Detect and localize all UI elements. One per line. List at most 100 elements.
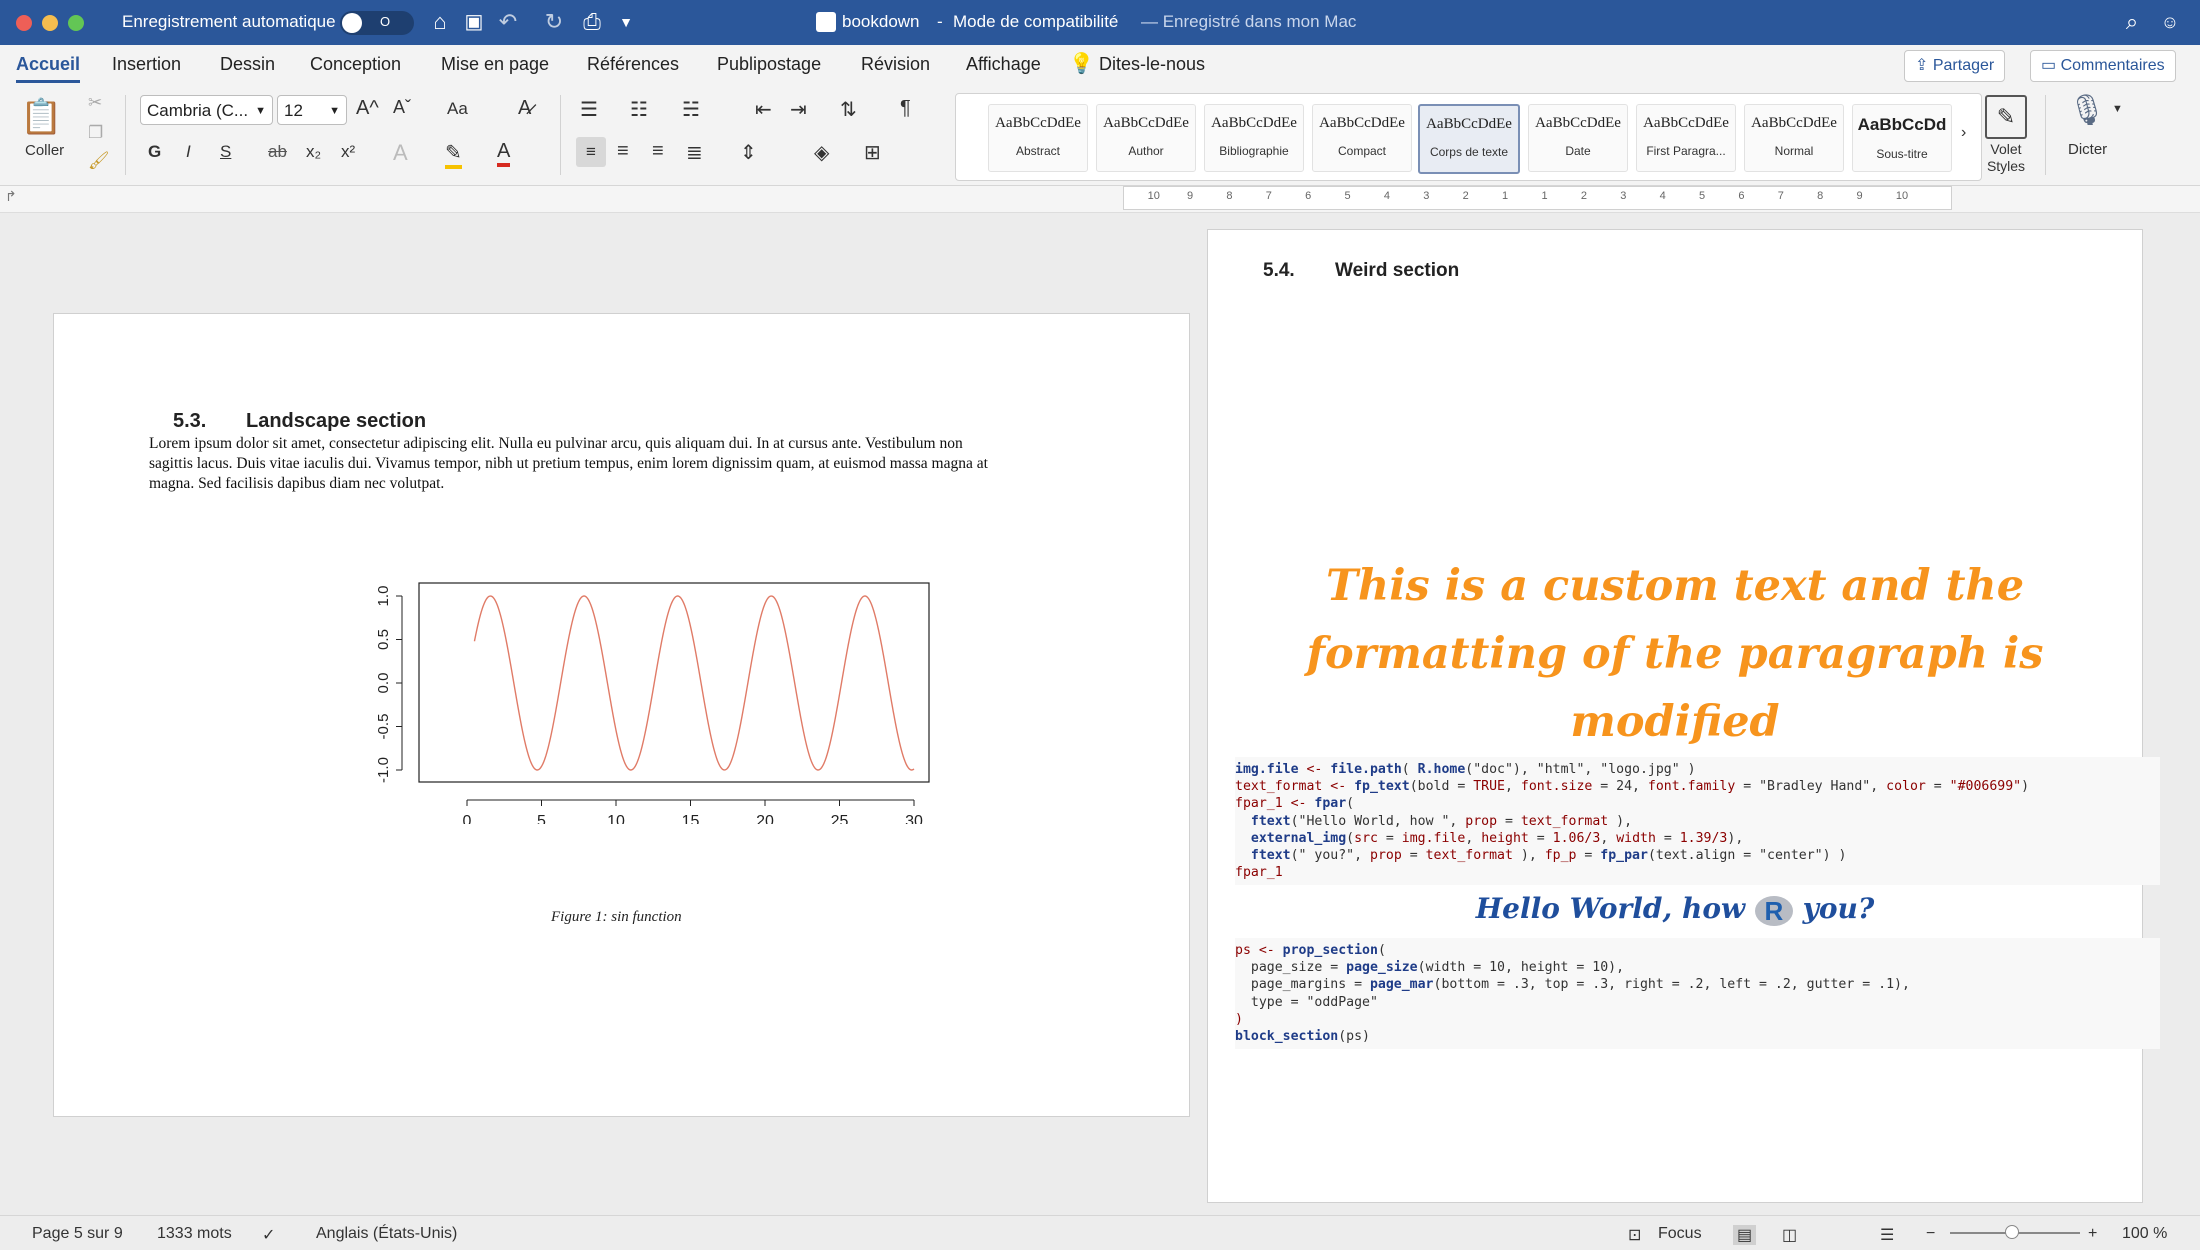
zoom-window-button[interactable] bbox=[68, 15, 84, 31]
save-icon[interactable]: ▣ bbox=[460, 8, 488, 36]
style-corps-de-texte[interactable]: AaBbCcDdEe Corps de texte bbox=[1418, 104, 1520, 174]
styles-pane-label[interactable]: Volet Styles bbox=[1986, 141, 2026, 175]
numbering-icon[interactable]: ☷ bbox=[630, 97, 648, 122]
tab-revision[interactable]: Révision bbox=[861, 54, 930, 75]
tab-dessin[interactable]: Dessin bbox=[220, 54, 275, 75]
justify-icon[interactable]: ≣ bbox=[686, 140, 703, 165]
style-first-paragraph[interactable]: AaBbCcDdEe First Paragra... bbox=[1636, 104, 1736, 172]
superscript-button[interactable]: x² bbox=[341, 142, 355, 162]
chevron-down-icon[interactable]: ▼ bbox=[2112, 103, 2123, 115]
clear-format-icon[interactable]: A̷ bbox=[518, 97, 531, 120]
tab-dites-le-nous[interactable]: Dites-le-nous bbox=[1099, 54, 1205, 75]
close-window-button[interactable] bbox=[16, 15, 32, 31]
comments-button[interactable]: ▭ Commentaires bbox=[2030, 50, 2176, 82]
style-abstract[interactable]: AaBbCcDdEe Abstract bbox=[988, 104, 1088, 172]
increase-indent-icon[interactable]: ⇥ bbox=[790, 97, 807, 122]
align-center-icon[interactable]: ≡ bbox=[617, 140, 629, 163]
code-token: , bbox=[1600, 830, 1617, 846]
align-left-icon[interactable]: ≡ bbox=[576, 137, 606, 167]
sort-icon[interactable]: ⇅ bbox=[840, 97, 857, 122]
style-compact[interactable]: AaBbCcDdEe Compact bbox=[1312, 104, 1412, 172]
bullets-icon[interactable]: ☰ bbox=[580, 97, 598, 122]
language[interactable]: Anglais (États-Unis) bbox=[316, 1225, 457, 1243]
cut-icon[interactable]: ✂ bbox=[88, 93, 102, 113]
lightbulb-icon: 💡 bbox=[1069, 53, 1094, 75]
highlight-icon[interactable]: ✎ bbox=[445, 140, 462, 169]
tab-affichage[interactable]: Affichage bbox=[966, 54, 1041, 75]
paragraph-line: Lorem ipsum dolor sit amet, consectetur … bbox=[149, 435, 963, 452]
share-button[interactable]: ⇪ Partager bbox=[1904, 50, 2006, 82]
borders-icon[interactable]: ⊞ bbox=[864, 140, 881, 165]
print-layout-icon[interactable]: ▤ bbox=[1733, 1225, 1757, 1245]
code-token: font.family bbox=[1647, 779, 1736, 795]
home-icon[interactable]: ⌂ bbox=[426, 8, 454, 36]
copy-icon[interactable]: ❐ bbox=[88, 123, 103, 143]
style-normal[interactable]: AaBbCcDdEe Normal bbox=[1744, 104, 1844, 172]
style-sous-titre[interactable]: AaBbCcDd Sous-titre bbox=[1852, 104, 1952, 172]
style-preview: AaBbCcDdEe bbox=[1319, 115, 1405, 131]
print-icon[interactable]: ⎙ bbox=[578, 8, 606, 36]
change-case-button[interactable]: Aa bbox=[447, 99, 468, 119]
word-count[interactable]: 1333 mots bbox=[157, 1225, 232, 1243]
account-icon[interactable]: ☺ bbox=[2156, 8, 2184, 36]
grow-font-button[interactable]: A^ bbox=[356, 97, 379, 120]
focus-icon[interactable]: ⊡ bbox=[1628, 1225, 1641, 1245]
style-author[interactable]: AaBbCcDdEe Author bbox=[1096, 104, 1196, 172]
multilevel-list-icon[interactable]: ☵ bbox=[682, 97, 700, 122]
chevron-right-icon[interactable]: › bbox=[1961, 124, 1966, 142]
line-spacing-icon[interactable]: ⇕ bbox=[740, 140, 757, 165]
text-effects-icon[interactable]: A bbox=[393, 140, 408, 166]
undo-icon[interactable]: ↶ bbox=[494, 8, 522, 36]
minimize-window-button[interactable] bbox=[42, 15, 58, 31]
style-bibliographie[interactable]: AaBbCcDdEe Bibliographie bbox=[1204, 104, 1304, 172]
tab-stop-icon[interactable]: ↱ bbox=[5, 188, 17, 205]
proofing-icon[interactable]: ✓ bbox=[262, 1225, 275, 1245]
focus-label[interactable]: Focus bbox=[1658, 1225, 1702, 1243]
horizontal-ruler[interactable]: 10 9 8 7 6 5 4 3 2 1 1 2 3 4 5 6 7 8 9 10 bbox=[1123, 186, 1952, 210]
customize-toolbar-icon[interactable]: ▼ bbox=[612, 8, 640, 36]
tab-conception[interactable]: Conception bbox=[310, 54, 401, 75]
outline-view-icon[interactable]: ☰ bbox=[1880, 1225, 1894, 1245]
shrink-font-button[interactable]: Aˇ bbox=[393, 97, 411, 118]
tab-accueil[interactable]: Accueil bbox=[16, 54, 81, 83]
decrease-indent-icon[interactable]: ⇤ bbox=[755, 97, 772, 122]
tab-mise-en-page[interactable]: Mise en page bbox=[441, 54, 549, 75]
style-name: Corps de texte bbox=[1429, 145, 1509, 159]
ruler-tick-label: 5 bbox=[1344, 190, 1351, 202]
search-icon[interactable]: ⌕ bbox=[2118, 8, 2146, 36]
tab-insertion[interactable]: Insertion bbox=[112, 54, 181, 75]
align-right-icon[interactable]: ≡ bbox=[652, 140, 664, 163]
microphone-icon[interactable]: 🎙 bbox=[2068, 93, 2106, 128]
document-title: bookdown bbox=[842, 12, 920, 31]
zoom-slider-thumb[interactable] bbox=[2005, 1225, 2019, 1239]
save-status[interactable]: — Enregistré dans mon Mac bbox=[1141, 12, 1356, 32]
redo-icon[interactable]: ↻ bbox=[540, 8, 568, 36]
tab-publipostage[interactable]: Publipostage bbox=[717, 54, 821, 75]
bold-button[interactable]: G bbox=[148, 142, 161, 162]
autosave-toggle[interactable]: O bbox=[340, 11, 414, 35]
strikethrough-button[interactable]: ab bbox=[268, 142, 287, 162]
paste-label: Coller bbox=[25, 142, 65, 159]
code-token: = "Bradley Hand", bbox=[1735, 779, 1887, 795]
paste-icon[interactable]: 📋 bbox=[20, 97, 62, 137]
subscript-button[interactable]: x₂ bbox=[306, 142, 321, 162]
zoom-in-button[interactable]: + bbox=[2088, 1225, 2097, 1243]
font-name-select[interactable]: Cambria (C... ▼ bbox=[140, 95, 273, 125]
page-count[interactable]: Page 5 sur 9 bbox=[32, 1225, 123, 1243]
pilcrow-button[interactable]: ¶ bbox=[900, 97, 911, 120]
underline-button[interactable]: S bbox=[220, 142, 231, 162]
format-painter-icon[interactable]: 🖌 bbox=[88, 151, 110, 171]
tab-references[interactable]: Références bbox=[587, 54, 679, 75]
hello-text: Hello World, how bbox=[1475, 892, 1746, 925]
italic-button[interactable]: I bbox=[186, 142, 191, 162]
shading-icon[interactable]: ◈ bbox=[814, 140, 829, 165]
font-color-icon[interactable]: A bbox=[497, 140, 511, 167]
style-date[interactable]: AaBbCcDdEe Date bbox=[1528, 104, 1628, 172]
zoom-level[interactable]: 100 % bbox=[2122, 1225, 2167, 1243]
code-token: fpar bbox=[1314, 796, 1347, 812]
font-size-select[interactable]: 12 ▼ bbox=[277, 95, 347, 125]
styles-pane-icon[interactable]: ✎ bbox=[1985, 95, 2027, 139]
web-layout-icon[interactable]: ◫ bbox=[1782, 1225, 1797, 1245]
zoom-out-button[interactable]: − bbox=[1926, 1225, 1935, 1243]
code-token: fp_text bbox=[1354, 779, 1410, 795]
